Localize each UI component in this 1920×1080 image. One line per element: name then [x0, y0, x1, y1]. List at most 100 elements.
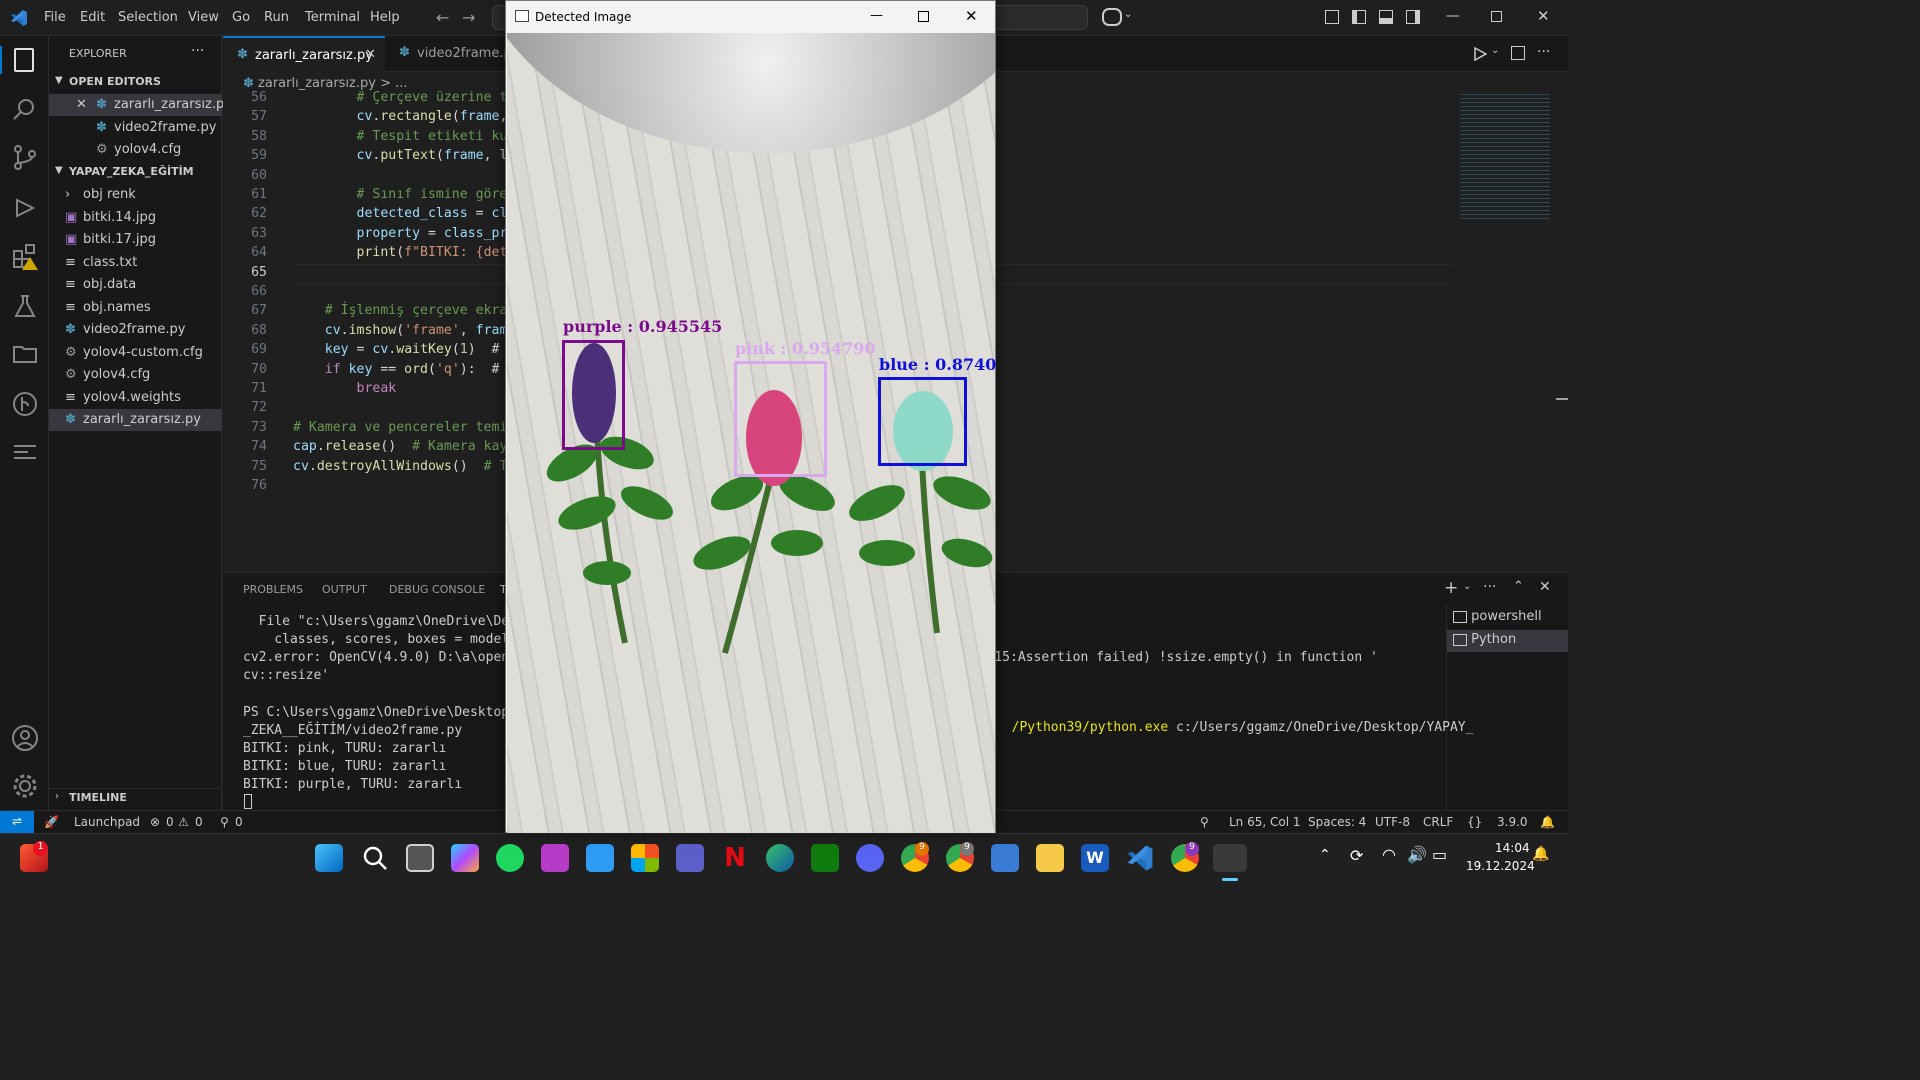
tab-zararli-zararsiz[interactable]: ✽ zararlı_zararsız.py ✕: [223, 36, 385, 72]
more-actions-icon[interactable]: ···: [191, 43, 204, 59]
file-item[interactable]: ≡ class.txt: [49, 252, 222, 274]
popup-title-bar[interactable]: Detected Image — ✕: [506, 1, 995, 33]
menu-run[interactable]: Run: [264, 10, 289, 25]
monitor-app-icon[interactable]: [991, 844, 1019, 872]
remote-indicator[interactable]: ⇌: [0, 811, 34, 833]
notification-bell-icon[interactable]: 🔔: [1532, 846, 1549, 862]
open-editor-item[interactable]: ✽ video2frame.py: [49, 117, 222, 139]
close-panel-icon[interactable]: ✕: [1539, 579, 1551, 595]
encoding[interactable]: UTF-8: [1375, 815, 1410, 829]
search-icon[interactable]: [361, 844, 389, 872]
cursor-position[interactable]: Ln 65, Col 1: [1229, 815, 1301, 829]
more-actions-icon[interactable]: ···: [1537, 44, 1550, 60]
toggle-sidebar-icon[interactable]: [1352, 10, 1366, 24]
project-header[interactable]: ▼ YAPAY_ZEKA_EĞİTİM: [49, 162, 222, 184]
breadcrumb-file[interactable]: zararlı_zararsız.py: [258, 76, 376, 91]
file-item[interactable]: ▣ bitki.17.jpg: [49, 229, 222, 251]
minimize-icon[interactable]: —: [1446, 8, 1460, 24]
launchpad-status[interactable]: Launchpad: [74, 815, 140, 829]
maximize-panel-icon[interactable]: ⌃: [1513, 579, 1524, 594]
file-item[interactable]: ✽ zararlı_zararsız.py: [49, 409, 222, 431]
xbox-icon[interactable]: [811, 844, 839, 872]
menu-file[interactable]: File: [44, 10, 66, 25]
maximize-icon[interactable]: [918, 11, 929, 22]
teams-icon[interactable]: [676, 844, 704, 872]
file-item[interactable]: ⚙ yolov4-custom.cfg: [49, 342, 222, 364]
python-window-icon[interactable]: [1213, 844, 1247, 872]
chevron-down-icon[interactable]: ⌄: [1491, 45, 1499, 56]
timeline-header[interactable]: › TIMELINE: [49, 788, 222, 810]
file-item[interactable]: ≡ obj.data: [49, 274, 222, 296]
language-icon[interactable]: {}: [1467, 815, 1482, 829]
tab-output[interactable]: OUTPUT: [322, 583, 367, 596]
volume-icon[interactable]: 🔊: [1407, 845, 1427, 864]
tab-video2frame[interactable]: ✽ video2frame.py: [385, 36, 525, 72]
close-icon[interactable]: ✕: [365, 47, 376, 62]
file-item[interactable]: ≡ obj.names: [49, 297, 222, 319]
warning-count[interactable]: 0: [195, 815, 203, 829]
python-version[interactable]: 3.9.0: [1497, 815, 1528, 829]
tab-problems[interactable]: PROBLEMS: [243, 583, 303, 596]
open-editors-header[interactable]: ▼ OPEN EDITORS: [49, 72, 222, 94]
testing-icon[interactable]: [11, 292, 39, 320]
git-graph-icon[interactable]: [11, 390, 39, 418]
bell-icon[interactable]: 🔔: [1540, 815, 1555, 829]
microsoft-store-icon[interactable]: [631, 844, 659, 872]
spotify-icon[interactable]: [496, 844, 524, 872]
edge-icon[interactable]: [766, 844, 794, 872]
vscode-taskbar-icon[interactable]: [1126, 844, 1154, 872]
open-editor-item[interactable]: ✕ ✽ zararlı_zararsız.py: [49, 94, 232, 116]
error-count[interactable]: 0: [166, 815, 174, 829]
search-icon[interactable]: [11, 96, 39, 124]
chevron-down-icon[interactable]: ⌄: [1463, 581, 1471, 592]
close-window-icon[interactable]: ✕: [965, 7, 978, 25]
open-editor-item[interactable]: ⚙ yolov4.cfg: [49, 139, 222, 161]
back-arrow-icon[interactable]: ←: [436, 8, 449, 27]
wifi-icon[interactable]: ◠: [1382, 845, 1396, 864]
breadcrumb[interactable]: ✽ zararlı_zararsız.py > ...: [243, 76, 408, 91]
outline-list-icon[interactable]: [11, 438, 39, 466]
copilot-status-icon[interactable]: ⚲: [1200, 815, 1209, 829]
toggle-panel-icon[interactable]: [1379, 10, 1393, 24]
notepad-icon[interactable]: [586, 844, 614, 872]
menu-selection[interactable]: Selection: [118, 10, 178, 25]
indentation[interactable]: Spaces: 4: [1308, 815, 1366, 829]
copilot-app-icon[interactable]: [451, 844, 479, 872]
more-actions-icon[interactable]: ···: [1483, 579, 1496, 595]
word-icon[interactable]: W: [1081, 844, 1109, 872]
terminal-item-python[interactable]: Python: [1447, 630, 1568, 652]
minimize-icon[interactable]: —: [870, 8, 883, 23]
menu-terminal[interactable]: Terminal: [305, 10, 360, 25]
new-terminal-icon[interactable]: +: [1444, 578, 1458, 598]
file-item[interactable]: ▣ bitki.14.jpg: [49, 207, 222, 229]
menu-go[interactable]: Go: [232, 10, 250, 25]
battery-icon[interactable]: ▭: [1432, 845, 1447, 864]
tab-debug-console[interactable]: DEBUG CONSOLE: [389, 583, 485, 596]
folder-item[interactable]: › obj renk: [49, 184, 222, 206]
detected-image-window[interactable]: Detected Image — ✕ purple: 0.945545 pin…: [505, 0, 996, 833]
close-icon[interactable]: ✕: [76, 97, 87, 112]
split-editor-icon[interactable]: [1511, 46, 1525, 60]
menu-view[interactable]: View: [188, 10, 219, 25]
line-ending[interactable]: CRLF: [1423, 815, 1453, 829]
app-icon[interactable]: [541, 844, 569, 872]
show-hidden-icons-icon[interactable]: ⌃: [1319, 847, 1331, 863]
sync-icon[interactable]: ⟳: [1350, 846, 1363, 865]
menu-help[interactable]: Help: [370, 10, 400, 25]
forward-arrow-icon[interactable]: →: [462, 8, 475, 27]
toggle-secondary-sidebar-icon[interactable]: [1406, 10, 1420, 24]
start-menu-icon[interactable]: [315, 844, 343, 872]
file-item[interactable]: ✽ video2frame.py: [49, 319, 222, 341]
account-icon[interactable]: [11, 724, 39, 752]
file-explorer-icon[interactable]: [1036, 844, 1064, 872]
minimap[interactable]: [1460, 92, 1550, 222]
extensions-icon[interactable]: [11, 242, 39, 270]
menu-edit[interactable]: Edit: [80, 10, 105, 25]
file-item[interactable]: ⚙ yolov4.cfg: [49, 364, 222, 386]
terminal-item-powershell[interactable]: powershell: [1453, 609, 1568, 631]
explorer-icon[interactable]: [14, 48, 34, 72]
task-view-icon[interactable]: [406, 844, 434, 872]
layout-customize-icon[interactable]: [1325, 10, 1339, 24]
copilot-icon[interactable]: [1102, 8, 1122, 26]
settings-gear-icon[interactable]: [11, 772, 39, 800]
